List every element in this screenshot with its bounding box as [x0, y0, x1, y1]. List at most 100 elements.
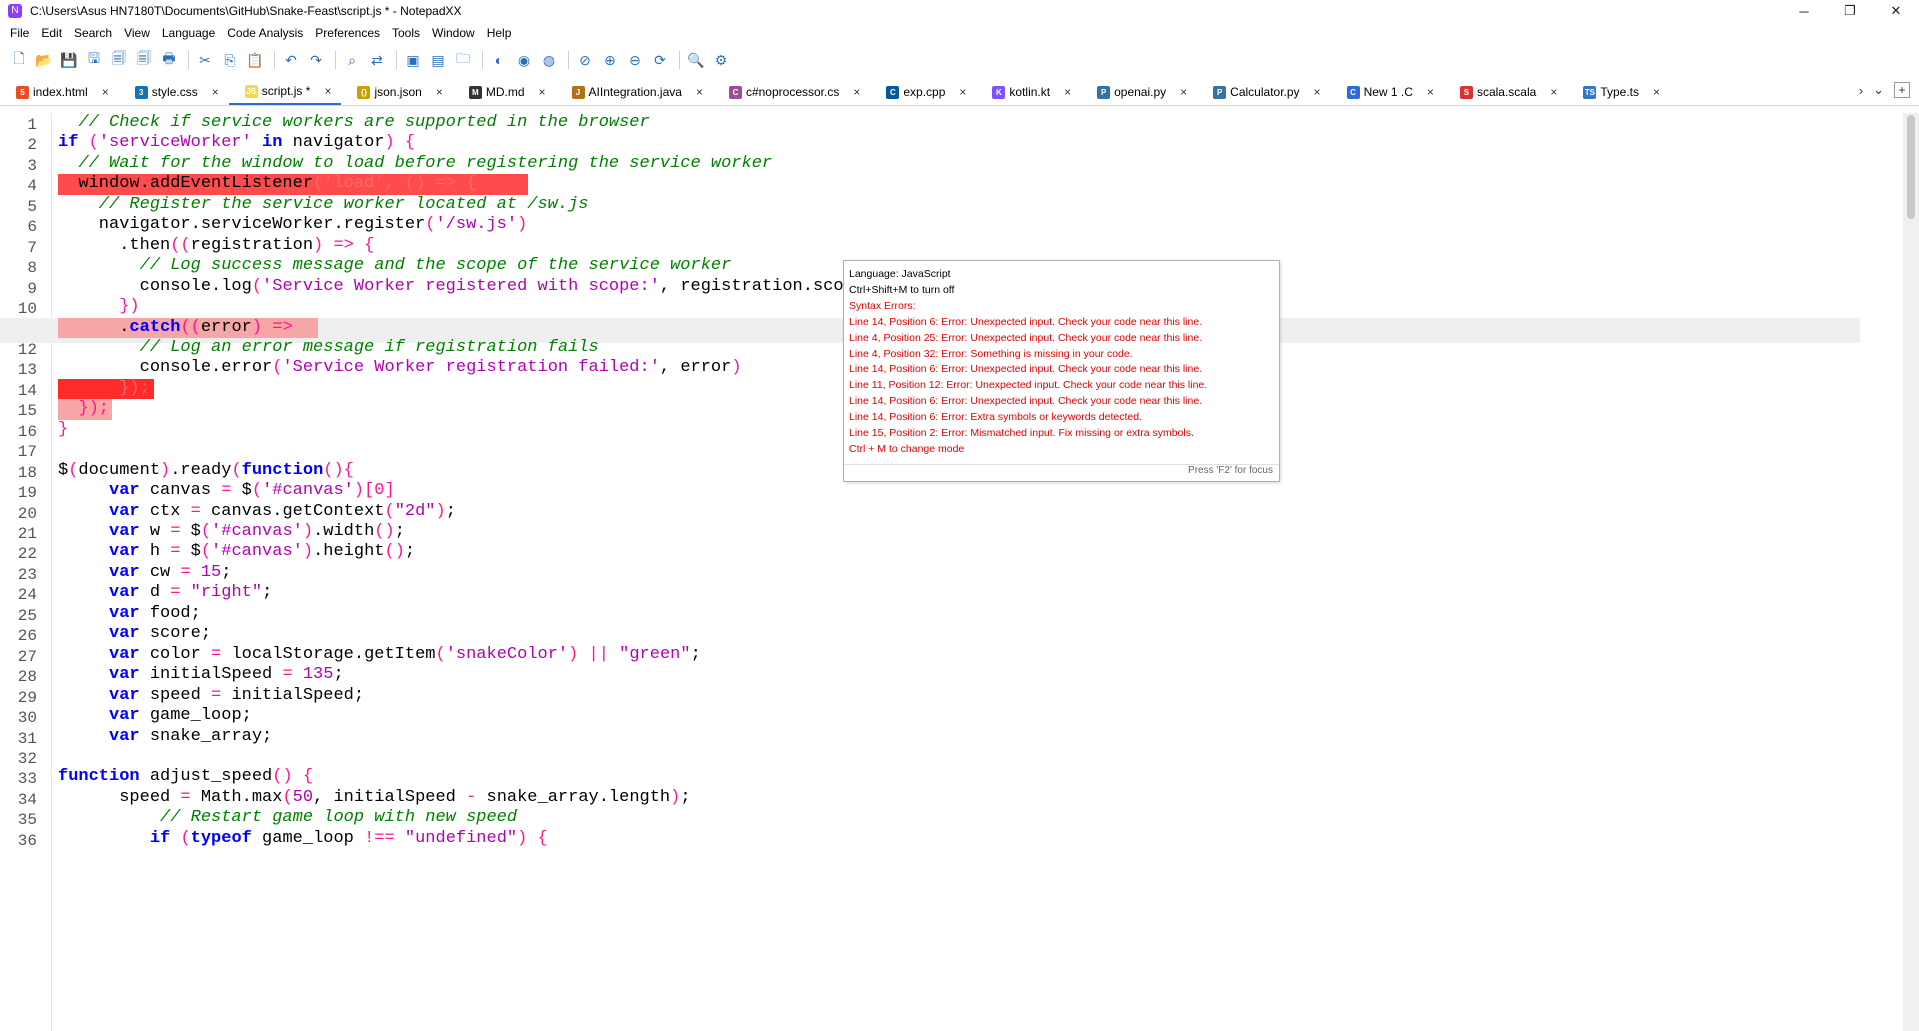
redo-icon[interactable]: ↷	[305, 49, 327, 71]
minimize-button[interactable]: ─	[1781, 0, 1827, 22]
menu-code-analysis[interactable]: Code Analysis	[221, 22, 309, 44]
save-icon[interactable]: 💾	[58, 49, 80, 71]
settings-icon[interactable]: ⚙	[710, 49, 732, 71]
replace-icon[interactable]: ⇄	[366, 49, 388, 71]
tab-close-icon[interactable]: ×	[324, 84, 331, 98]
vertical-scrollbar[interactable]	[1903, 113, 1919, 1031]
tab-close-icon[interactable]: ×	[212, 85, 219, 99]
tab-new-1-c[interactable]: C New 1 .C ×	[1331, 79, 1444, 105]
open-folder-icon[interactable]: 📂	[33, 49, 55, 71]
code-token: function	[58, 767, 140, 787]
close-file-icon[interactable]: 🗐	[108, 49, 130, 71]
tab-openai-py[interactable]: Popenai.py ×	[1081, 79, 1197, 105]
code-token: .ready	[170, 460, 232, 480]
tab-close-icon[interactable]: ×	[1314, 85, 1321, 99]
code-token: (	[272, 358, 283, 378]
tab-script-js[interactable]: JS script.js * ×	[228, 79, 342, 105]
code-line: var w = $('#canvas').width();	[58, 522, 405, 542]
sync-icon[interactable]: ⟳	[649, 49, 671, 71]
tab-close-icon[interactable]: ×	[1550, 85, 1557, 99]
tab-scala-scala[interactable]: Sscala.scala ×	[1444, 79, 1567, 105]
code-editor[interactable]: 1234567891011121314151617181920212223242…	[0, 113, 1919, 1031]
code-token: snake_array;	[139, 726, 273, 746]
tab-list-dropdown-icon[interactable]: ⌄	[1873, 82, 1884, 98]
tooltip-footer: Press 'F2' for focus	[1188, 465, 1273, 477]
cmd-icon[interactable]: ▤	[427, 49, 449, 71]
code-token: var	[109, 501, 140, 521]
tab-close-icon[interactable]: ×	[853, 85, 860, 99]
copy-icon[interactable]: ⎘	[219, 49, 241, 71]
tab-close-icon[interactable]: ×	[102, 85, 109, 99]
menu-file[interactable]: File	[4, 22, 35, 44]
explorer-icon[interactable]: 🗀	[452, 49, 474, 71]
tab-close-icon[interactable]: ×	[696, 85, 703, 99]
tab-close-icon[interactable]: ×	[436, 85, 443, 99]
code-line: var canvas = $('#canvas')[0]	[58, 481, 395, 501]
tab-close-icon[interactable]: ×	[1064, 85, 1071, 99]
tab-close-icon[interactable]: ×	[959, 85, 966, 99]
undo-icon[interactable]: ↶	[280, 49, 302, 71]
code-token: .width	[313, 522, 375, 541]
tab-close-icon[interactable]: ×	[1427, 85, 1434, 99]
menu-search[interactable]: Search	[68, 22, 118, 44]
print-icon[interactable]: 🖶	[158, 49, 180, 71]
tab-index-html[interactable]: 5 index.html ×	[0, 79, 119, 105]
restore-button[interactable]: ❐	[1827, 0, 1873, 22]
zoom-out-icon[interactable]: ⊖	[624, 49, 646, 71]
cut-icon[interactable]: ✂	[194, 49, 216, 71]
tab-type-ts[interactable]: TS Type.ts ×	[1567, 79, 1670, 105]
menu-language[interactable]: Language	[156, 22, 221, 44]
tab-md-md[interactable]: M MD.md ×	[453, 79, 556, 105]
tab-close-icon[interactable]: ×	[539, 85, 546, 99]
chrome-icon[interactable]: ◉	[513, 49, 535, 71]
close-all-icon[interactable]: 🗐	[133, 49, 155, 71]
tab-aiintegration-java[interactable]: J AIIntegration.java ×	[556, 79, 713, 105]
tab-kotlin-kt[interactable]: Kkotlin.kt ×	[976, 79, 1081, 105]
terminal-icon[interactable]: ▣	[402, 49, 424, 71]
code-token: navigator	[282, 133, 385, 153]
new-file-icon[interactable]: 🗋	[8, 49, 30, 71]
app-icon: N	[8, 4, 22, 18]
edge-icon[interactable]: ◐	[488, 49, 510, 71]
firefox-icon[interactable]: ◍	[538, 49, 560, 71]
menu-window[interactable]: Window	[426, 22, 481, 44]
code-token: 'serviceWorker'	[98, 133, 252, 153]
menu-preferences[interactable]: Preferences	[309, 22, 386, 44]
code-area[interactable]: // Check if service workers are supporte…	[58, 113, 1903, 1031]
tab-label: scala.scala	[1476, 85, 1537, 99]
code-token: h	[139, 542, 171, 562]
code-token: var	[109, 522, 140, 541]
tab-calculator-py[interactable]: P Calculator.py ×	[1197, 79, 1330, 105]
zoom-in-icon[interactable]: ⊕	[599, 49, 621, 71]
close-window-button[interactable]: ✕	[1873, 0, 1919, 22]
tab-style-css[interactable]: 3 style.css ×	[119, 79, 229, 105]
code-token: speed	[58, 787, 181, 807]
paste-icon[interactable]: 📋	[244, 49, 266, 71]
tab-close-icon[interactable]: ×	[1653, 85, 1660, 99]
new-tab-button[interactable]: +	[1894, 82, 1910, 98]
code-token: }	[58, 419, 69, 439]
menu-tools[interactable]: Tools	[386, 22, 426, 44]
code-line: var snake_array;	[58, 727, 272, 747]
tab-scroll-right-icon[interactable]: ›	[1859, 83, 1863, 98]
menu-view[interactable]: View	[118, 22, 156, 44]
tab-json-json[interactable]: {} json.json ×	[341, 79, 452, 105]
find-icon[interactable]: ⌕	[341, 49, 363, 71]
tab-close-icon[interactable]: ×	[1180, 85, 1187, 99]
menu-help[interactable]: Help	[481, 22, 518, 44]
zoom-reset-icon[interactable]: ⊘	[574, 49, 596, 71]
tab-exp-cpp[interactable]: Cexp.cpp ×	[870, 79, 976, 105]
code-line: var score;	[58, 624, 211, 644]
menu-edit[interactable]: Edit	[35, 22, 68, 44]
tab-c-noprocessor-cs[interactable]: Cc#noprocessor.cs ×	[713, 79, 870, 105]
scrollbar-thumb[interactable]	[1907, 115, 1915, 219]
save-all-icon[interactable]: 🖫	[83, 49, 105, 71]
search-icon[interactable]: 🔍	[685, 49, 707, 71]
